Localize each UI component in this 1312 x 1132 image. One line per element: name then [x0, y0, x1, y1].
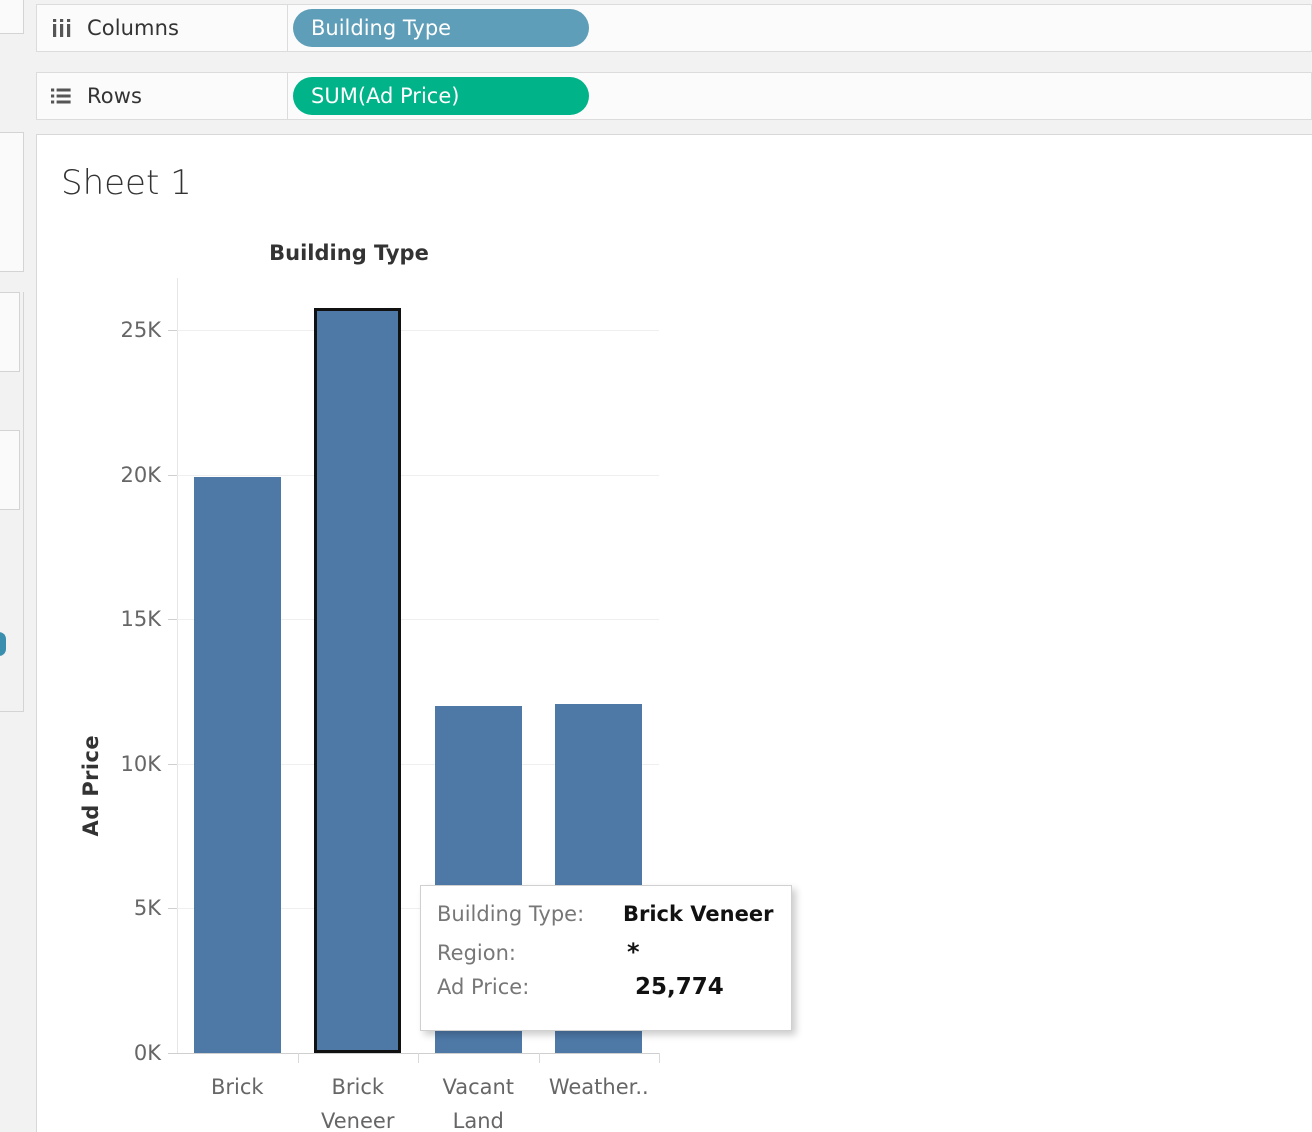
rows-icon	[51, 87, 73, 105]
x-axis-tick	[659, 1053, 660, 1063]
y-axis-tick-label: 10K	[120, 751, 162, 776]
tooltip-key-region: Region:	[437, 941, 516, 965]
y-axis-tick-label: 25K	[120, 318, 162, 343]
pill-sum-ad-price-label: SUM(Ad Price)	[311, 84, 460, 108]
y-axis-tick	[168, 1053, 177, 1054]
pill-sum-ad-price[interactable]: SUM(Ad Price)	[293, 77, 589, 115]
tooltip-row: Building Type: Brick Veneer	[437, 902, 791, 938]
columns-shelf[interactable]: Columns Building Type	[36, 4, 1312, 52]
tooltip[interactable]: Building Type: Brick Veneer Region: * Ad…	[420, 885, 792, 1031]
tooltip-row: Ad Price: 25,774	[437, 974, 791, 1010]
shelf-area: Columns Building Type Rows SUM(Ad Price)	[36, 0, 1312, 124]
y-axis-tick	[168, 619, 177, 621]
y-axis-tick-label: 15K	[120, 607, 162, 632]
pill-building-type[interactable]: Building Type	[293, 9, 589, 47]
tooltip-value-ad-price: 25,774	[635, 974, 724, 1000]
column-header-caption: Building Type	[269, 241, 429, 265]
tooltip-value-region: *	[627, 938, 640, 966]
x-axis-tick	[418, 1053, 419, 1063]
tooltip-key-ad-price: Ad Price:	[437, 975, 530, 999]
y-axis-line	[177, 278, 178, 1053]
worksheet-canvas[interactable]: Sheet 1 Building Type Ad Price 0K 5K 10K 15…	[36, 134, 1312, 1132]
tableau-window: Columns Building Type Rows SUM(Ad Price)…	[0, 0, 1312, 1132]
y-axis-tick	[168, 330, 177, 332]
columns-shelf-label-box: Columns	[37, 5, 288, 51]
x-axis-tick	[297, 1053, 299, 1063]
columns-shelf-label: Columns	[87, 16, 180, 40]
rows-shelf-label: Rows	[87, 84, 143, 108]
gridline	[177, 330, 659, 332]
x-axis-label[interactable]: Vacant Land	[418, 1070, 539, 1132]
left-panel-fragment-top	[0, 0, 24, 34]
rows-shelf-label-box: Rows	[37, 73, 288, 119]
y-axis-tick-label: 20K	[120, 462, 162, 487]
y-axis-title: Ad Price	[79, 735, 103, 837]
tooltip-row: Region: *	[437, 938, 791, 974]
x-axis-label[interactable]: Weather..	[539, 1070, 660, 1104]
tooltip-key-building-type: Building Type:	[437, 902, 585, 926]
gridline	[177, 474, 659, 476]
bar-brick[interactable]	[193, 476, 281, 1053]
x-axis-label[interactable]: Brick	[177, 1070, 298, 1104]
left-panel-pill-fragment[interactable]	[0, 632, 6, 656]
y-axis-tick-label: 0K	[133, 1041, 161, 1065]
y-axis-tick	[168, 474, 177, 476]
y-axis-tick	[168, 908, 177, 910]
left-panel-gutter	[0, 0, 36, 1132]
tooltip-value-building-type: Brick Veneer	[623, 902, 774, 926]
y-axis-tick-label: 5K	[133, 896, 161, 921]
pill-building-type-label: Building Type	[311, 16, 452, 40]
x-axis-label[interactable]: Brick Veneer	[298, 1070, 419, 1132]
y-axis-tick	[168, 763, 177, 765]
sheet-title: Sheet 1	[61, 163, 192, 203]
bar-brick-veneer[interactable]	[314, 307, 402, 1053]
x-axis-tick	[538, 1053, 540, 1063]
left-panel-fragment-marks	[0, 132, 24, 272]
columns-icon	[51, 19, 73, 37]
rows-shelf[interactable]: Rows SUM(Ad Price)	[36, 72, 1312, 120]
